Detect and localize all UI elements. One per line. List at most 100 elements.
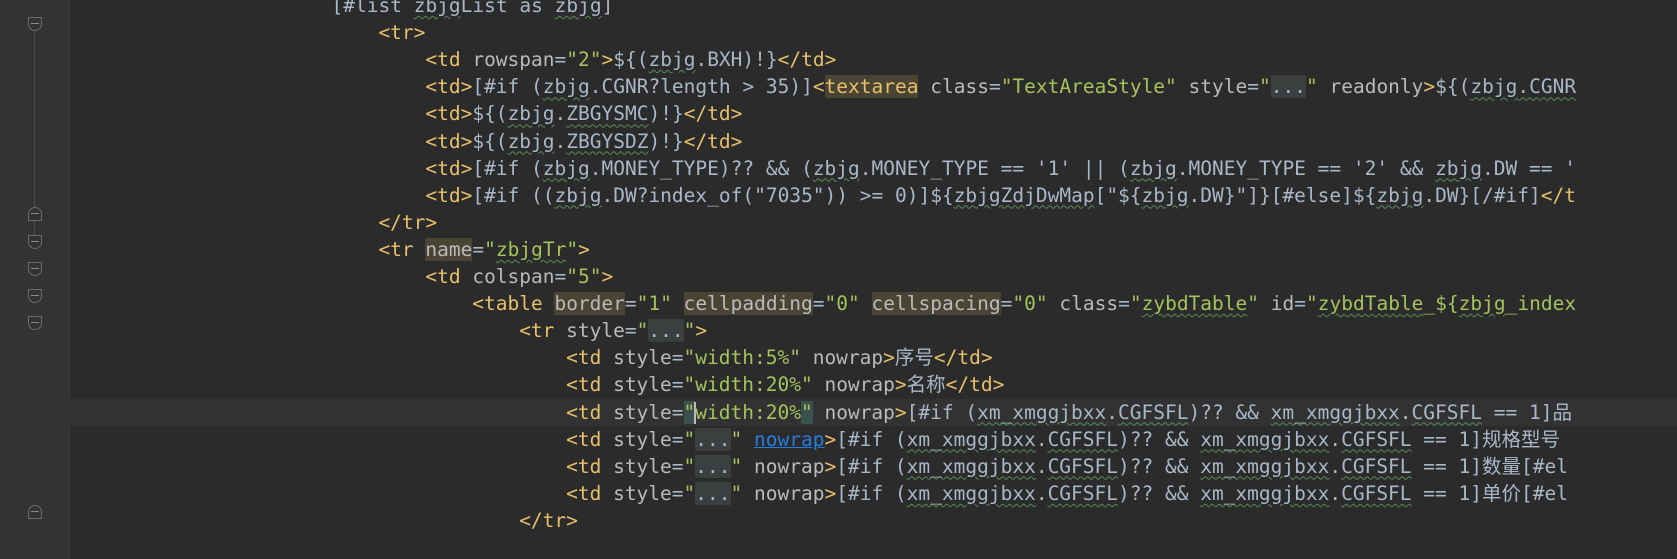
code-token: ": [566, 237, 579, 261]
code-token: CGFSFL: [1047, 481, 1119, 505]
code-token: <td: [566, 346, 614, 370]
fold-toggle-icon[interactable]: [28, 505, 42, 519]
code-token: ": [730, 427, 743, 451]
code-token[interactable]: ...: [1270, 75, 1306, 99]
code-token: xm_xmggjbxx: [1200, 427, 1330, 451]
fold-toggle-icon[interactable]: [28, 289, 42, 303]
code-token: =: [671, 400, 684, 424]
code-token: nowrap: [754, 454, 825, 478]
code-text: <tr style="...">: [519, 317, 707, 344]
code-token: xm_xmggjbxx: [906, 481, 1036, 505]
fold-toggle-icon[interactable]: [28, 262, 42, 276]
code-text: <td style="..." nowrap>[#if (xm_xmggjbxx…: [566, 480, 1568, 507]
code-token: <: [812, 75, 825, 99]
code-token: =: [671, 373, 684, 397]
code-token: xm_xmggjbxx: [1200, 481, 1330, 505]
code-token: .: [554, 102, 567, 126]
code-token: >: [883, 346, 895, 370]
fold-toggle-icon[interactable]: [28, 207, 42, 221]
code-token: <td: [566, 481, 614, 505]
code-token: >: [695, 319, 708, 343]
code-token: <td: [425, 48, 473, 72]
code-token: ]: [601, 0, 614, 17]
code-token: style: [613, 400, 672, 424]
code-token: xm_xmggjbxx: [906, 454, 1036, 478]
code-token: style: [613, 481, 672, 505]
code-token: zbjg: [648, 48, 696, 72]
fold-toggle-icon[interactable]: [28, 235, 42, 249]
code-token: <td: [566, 427, 614, 451]
code-token: ["${: [1094, 183, 1142, 207]
code-token: CGFSFL: [1118, 400, 1189, 424]
code-token: <tr: [519, 319, 567, 343]
code-line[interactable]: <td style="width:20%" nowrap>[#if (xm_xm…: [0, 398, 1677, 426]
code-token: zybdTable: [1317, 292, 1424, 316]
code-link[interactable]: nowrap: [754, 428, 824, 451]
fold-toggle-icon[interactable]: [28, 316, 42, 330]
code-token: .MONEY_TYPE == '1' || (: [859, 156, 1130, 180]
code-text: <table border="1" cellpadding="0" cellsp…: [472, 290, 1576, 317]
code-token: [#list: [331, 0, 414, 17]
code-token: <table: [472, 292, 555, 316]
code-token: >: [578, 237, 590, 261]
code-text: </tr>: [519, 507, 578, 534]
code-token: id: [1270, 292, 1295, 316]
code-token: width:: [695, 400, 766, 424]
code-token: "0": [1012, 292, 1048, 316]
code-token: [#if (: [906, 400, 978, 424]
code-token[interactable]: ...: [695, 481, 731, 505]
code-token: nowrap: [812, 346, 884, 370]
code-token[interactable]: ...: [695, 454, 731, 478]
code-text: <td style="..." nowrap>[#if (xm_xmggjbxx…: [566, 453, 1568, 480]
code-token: ": [683, 427, 696, 451]
code-token: ": [484, 237, 496, 261]
code-token: rowspan: [472, 48, 555, 72]
fold-toggle-icon[interactable]: [28, 17, 42, 31]
code-token: zbjg: [1470, 75, 1518, 99]
code-token: name: [425, 237, 473, 261]
code-token: .DW == ': [1482, 156, 1576, 180]
code-text: <td>${(zbjg.ZBGYSDZ)!}</td>: [425, 128, 742, 155]
code-text: <td style="width:20%" nowrap>名称</td>: [566, 371, 1004, 398]
code-token: == 1]规格型号: [1411, 427, 1560, 451]
code-token: >: [824, 481, 837, 505]
code-editor[interactable]: [#list zbjgList as zbjg] <tr> <td rowspan=…: [0, 0, 1677, 559]
code-token: .DW}"]}[#else]${: [1188, 183, 1377, 207]
code-token: =: [472, 237, 485, 261]
code-token: CGFSFL: [1411, 400, 1482, 424]
code-token: zbjg: [1376, 183, 1424, 207]
code-token: zbjg: [413, 0, 461, 17]
code-token: .: [1329, 454, 1342, 478]
code-token: ": [1306, 292, 1318, 316]
code-token: .: [1035, 481, 1048, 505]
code-token: </td>: [933, 346, 993, 370]
code-token: .MONEY_TYPE)?? && (: [589, 156, 813, 180]
code-token: CGFSFL: [1341, 454, 1412, 478]
code-token: ": [636, 319, 649, 343]
code-token: =: [1118, 292, 1130, 316]
code-token: </td>: [945, 373, 1005, 397]
code-token: )?? &&: [1118, 427, 1201, 451]
code-token: >: [1423, 75, 1436, 99]
code-token: == 1]品: [1482, 400, 1572, 424]
code-token: ": [1305, 75, 1318, 99]
code-token: ": [1247, 292, 1260, 316]
code-text: <td colspan="5">: [425, 263, 613, 290]
code-token[interactable]: ...: [695, 427, 731, 451]
code-token: ": [800, 400, 813, 424]
code-token: ${(: [472, 102, 508, 126]
code-token: 名称: [906, 373, 946, 397]
code-token: =: [671, 454, 684, 478]
code-text: <tr name="zbjgTr">: [378, 236, 590, 263]
code-token: =: [624, 292, 637, 316]
code-token[interactable]: ...: [648, 319, 684, 343]
code-token: style: [613, 427, 672, 451]
code-token: "1": [636, 292, 672, 316]
code-token: =: [671, 427, 684, 451]
code-token: nowrap: [754, 481, 825, 505]
